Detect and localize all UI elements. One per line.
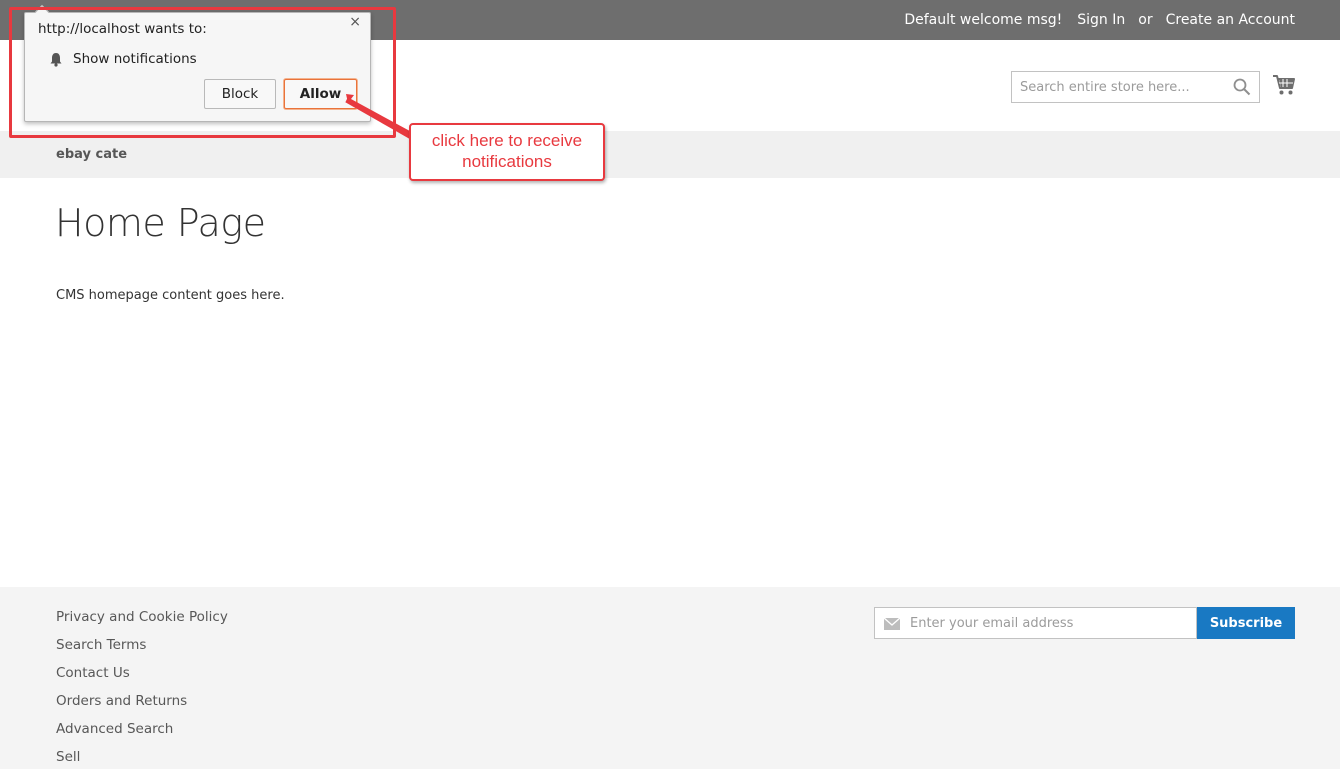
welcome-message: Default welcome msg! [904, 12, 1063, 28]
create-account-link[interactable]: Create an Account [1166, 12, 1295, 28]
cms-content: CMS homepage content goes here. [56, 288, 285, 303]
footer-link-orders-returns[interactable]: Orders and Returns [56, 691, 228, 719]
footer-links: Privacy and Cookie Policy Search Terms C… [56, 607, 228, 769]
nav-item-ebay-cate[interactable]: ebay cate [56, 131, 127, 178]
search-box [1011, 71, 1260, 103]
footer-link-contact[interactable]: Contact Us [56, 663, 228, 691]
search-icon[interactable] [1233, 78, 1251, 96]
footer-link-privacy[interactable]: Privacy and Cookie Policy [56, 607, 228, 635]
or-separator: or [1138, 12, 1153, 28]
page-title: Home Page [55, 201, 266, 245]
newsletter-email-input[interactable] [910, 608, 1190, 638]
page-footer: Privacy and Cookie Policy Search Terms C… [0, 587, 1340, 769]
footer-link-sell[interactable]: Sell [56, 747, 228, 769]
header-links: Default welcome msg! Sign In or Create a… [904, 0, 1295, 40]
sign-in-link[interactable]: Sign In [1077, 12, 1125, 28]
callout-note: click here to receive notifications [409, 123, 605, 181]
search-input[interactable] [1012, 72, 1222, 102]
footer-link-advanced-search[interactable]: Advanced Search [56, 719, 228, 747]
shopping-cart-icon[interactable] [1272, 74, 1296, 96]
envelope-icon [884, 618, 900, 630]
callout-line-2: notifications [462, 152, 552, 171]
category-nav: ebay cate [0, 131, 1340, 178]
callout-line-1: click here to receive [431, 131, 583, 150]
footer-link-search-terms[interactable]: Search Terms [56, 635, 228, 663]
newsletter-field [874, 607, 1197, 639]
annotation-highlight-box [9, 7, 396, 138]
newsletter-form: Subscribe [874, 607, 1295, 639]
subscribe-button[interactable]: Subscribe [1197, 607, 1295, 639]
